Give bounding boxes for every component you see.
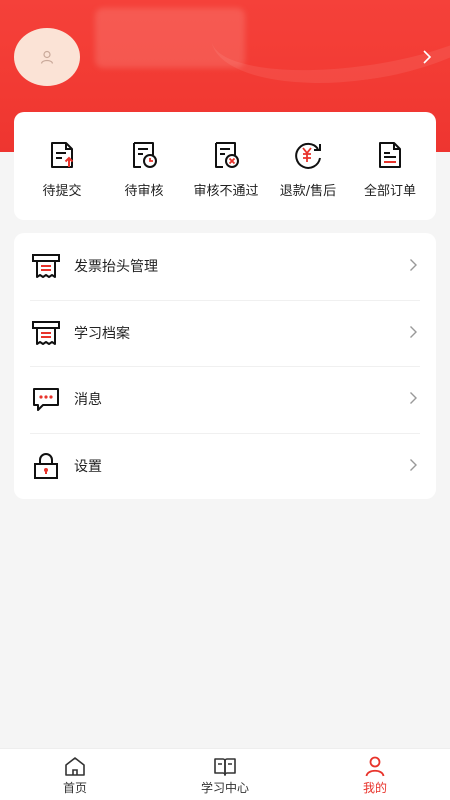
tab-label: 首页 xyxy=(62,781,87,795)
order-label: 待提交 xyxy=(42,184,82,199)
menu-invoice-title[interactable]: 发票抬头管理 xyxy=(14,233,436,300)
menu-messages[interactable]: 消息 xyxy=(14,366,436,433)
refund-yuan-icon xyxy=(291,138,325,172)
order-rejected[interactable]: 审核不通过 xyxy=(188,138,264,220)
order-all[interactable]: 全部订单 xyxy=(352,138,428,220)
chevron-right-icon xyxy=(410,325,417,338)
archive-icon xyxy=(30,317,62,349)
tab-label: 学习中心 xyxy=(200,781,249,795)
doc-list-icon xyxy=(375,138,405,172)
header-watermark xyxy=(95,8,245,68)
book-icon xyxy=(214,758,236,776)
user-icon xyxy=(365,756,385,777)
order-pending-review[interactable]: 待审核 xyxy=(106,138,182,220)
tab-label: 我的 xyxy=(362,781,387,795)
lock-icon xyxy=(30,450,62,482)
invoice-icon xyxy=(30,250,62,282)
order-refund[interactable]: 退款/售后 xyxy=(270,138,346,220)
chevron-right-icon[interactable] xyxy=(422,49,432,65)
order-label: 审核不通过 xyxy=(193,184,259,199)
order-pending-submit[interactable]: 待提交 xyxy=(24,138,100,220)
avatar[interactable] xyxy=(14,28,80,86)
menu-label: 设置 xyxy=(74,458,102,475)
menu-label: 消息 xyxy=(74,392,102,409)
doc-clock-icon xyxy=(129,138,159,172)
doc-upload-icon xyxy=(47,138,77,172)
home-icon xyxy=(65,757,85,776)
doc-reject-icon xyxy=(211,138,241,172)
user-icon xyxy=(40,50,54,64)
chevron-right-icon xyxy=(410,259,417,271)
menu-card: 发票抬头管理 学习档案 消息 设置 xyxy=(14,233,436,499)
message-icon xyxy=(30,383,62,415)
order-label: 待审核 xyxy=(124,184,164,199)
menu-label: 学习档案 xyxy=(74,325,130,342)
tab-home[interactable]: 首页 xyxy=(0,749,150,800)
menu-study-archive[interactable]: 学习档案 xyxy=(14,299,436,367)
tab-mine[interactable]: 我的 xyxy=(300,749,450,800)
order-label: 全部订单 xyxy=(363,184,416,199)
order-label: 退款/售后 xyxy=(279,184,337,199)
menu-label: 发票抬头管理 xyxy=(74,259,158,276)
menu-settings[interactable]: 设置 xyxy=(14,432,436,500)
orders-card: 待提交 待审核 审核不通过 退款/售后 全部订单 xyxy=(14,112,436,220)
chevron-right-icon xyxy=(410,392,417,404)
tab-study-center[interactable]: 学习中心 xyxy=(150,749,300,800)
bottom-tab-bar: 首页 学习中心 我的 xyxy=(0,748,450,800)
chevron-right-icon xyxy=(410,458,417,471)
